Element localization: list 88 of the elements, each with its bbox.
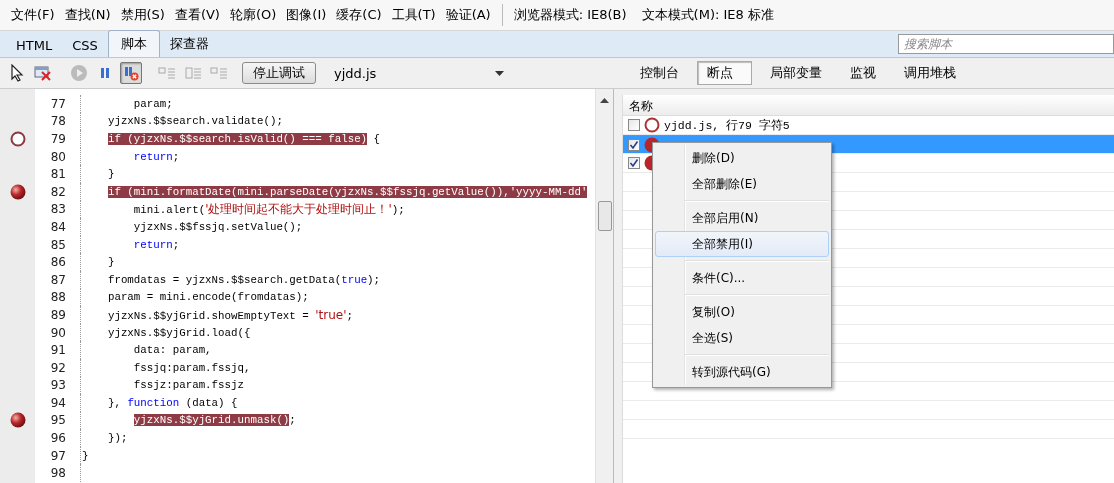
- menu-item[interactable]: 工具(T): [386, 6, 441, 24]
- code-line: fssjz:param.fssjz: [132, 379, 244, 392]
- panel-tab[interactable]: 断点: [697, 61, 752, 85]
- menu-item[interactable]: 禁用(S): [115, 6, 170, 24]
- line-number: 83: [49, 202, 67, 217]
- menu-item[interactable]: 删除(D): [655, 145, 829, 171]
- menu-item[interactable]: 全部启用(N): [655, 205, 829, 231]
- menu-item[interactable]: 文件(F): [6, 6, 60, 24]
- column-header[interactable]: 名称: [623, 95, 1114, 116]
- line-number: 98: [49, 466, 67, 481]
- code-line: yjzxNs.$$search.validate();: [106, 115, 283, 128]
- disabled-breakpoint-icon: [644, 117, 660, 133]
- menu-item[interactable]: 轮廓(O): [224, 6, 282, 24]
- line-number: 94: [49, 395, 67, 410]
- code-line: });: [106, 432, 128, 445]
- select-pointer-icon[interactable]: [10, 64, 24, 82]
- menu-item[interactable]: 全选(S): [655, 325, 829, 351]
- tab[interactable]: 脚本: [107, 30, 160, 57]
- checkbox[interactable]: [628, 119, 640, 131]
- line-number: 80: [49, 149, 67, 164]
- menu-item[interactable]: 验证(A): [440, 6, 496, 24]
- menu-item[interactable]: 浏览器模式: IE8(B): [508, 6, 637, 24]
- line-number: 92: [49, 360, 67, 375]
- menu-item[interactable]: 文本模式(M): IE8 标准: [636, 6, 784, 24]
- panel-tab[interactable]: 调用堆栈: [894, 61, 966, 85]
- search-field[interactable]: 搜索脚本: [898, 34, 1114, 54]
- menu-item[interactable]: 全部删除(E): [655, 171, 829, 197]
- code-line: }: [82, 449, 89, 462]
- menu-item[interactable]: 查找(N): [59, 6, 116, 24]
- line-number: 77: [49, 96, 67, 111]
- panel-tab[interactable]: 监视: [840, 61, 886, 85]
- line-number: 89: [49, 307, 67, 322]
- scroll-up-icon[interactable]: [600, 97, 609, 103]
- menu-item[interactable]: 复制(O): [655, 299, 829, 325]
- code-line: fromdatas = yjzxNs.$$search.getData(true);: [106, 273, 381, 286]
- break-on-error-button[interactable]: [120, 62, 142, 84]
- line-number: 93: [49, 378, 67, 393]
- line-number: 78: [49, 114, 67, 129]
- menu-item[interactable]: 全部禁用(I): [655, 231, 829, 257]
- scrollbar-thumb[interactable]: [597, 201, 612, 231]
- code-line: param = mini.encode(fromdatas);: [106, 291, 309, 304]
- menu-item[interactable]: 查看(V): [169, 6, 225, 24]
- menu-item[interactable]: 条件(C)...: [655, 265, 829, 291]
- breakpoint-icon[interactable]: [9, 183, 26, 200]
- tab[interactable]: HTML: [6, 34, 63, 57]
- menu-item[interactable]: 缓存(C): [331, 6, 387, 24]
- line-number: 81: [49, 167, 67, 182]
- line-number: 79: [49, 132, 67, 146]
- checkbox[interactable]: [628, 138, 640, 151]
- checkbox[interactable]: [628, 157, 640, 169]
- line-number: 82: [49, 184, 67, 199]
- code-line: }: [106, 256, 115, 269]
- menu-item[interactable]: 转到源代码(G): [655, 359, 829, 385]
- panel-tab[interactable]: 控制台: [630, 61, 689, 85]
- line-number: 96: [49, 431, 67, 446]
- code-line: return;: [132, 238, 180, 251]
- code-line: mini.alert('处理时间起不能大于处理时间止！');: [132, 200, 405, 218]
- code-line: }: [106, 168, 115, 181]
- code-line: data: param,: [132, 344, 212, 357]
- code-line: return;: [132, 150, 180, 163]
- line-number: 86: [49, 255, 67, 270]
- menu-item[interactable]: 图像(I): [281, 6, 332, 24]
- code-line: if (yjzxNs.$$search.isValid() === false) {: [106, 133, 381, 145]
- code-line: yjzxNs.$$yjGrid.load({: [106, 326, 251, 339]
- line-number: 90: [49, 325, 67, 340]
- breakpoint-icon[interactable]: [9, 412, 26, 429]
- line-number: 97: [49, 448, 67, 463]
- line-number: 91: [49, 343, 67, 358]
- line-number: 88: [49, 290, 67, 305]
- file-dropdown[interactable]: yjdd.js: [334, 65, 504, 81]
- stop-debugging-button[interactable]: 停止调试: [242, 62, 316, 84]
- line-number: 87: [49, 272, 67, 287]
- line-number: 84: [49, 219, 67, 234]
- code-line: yjzxNs.$$fssjq.setValue();: [132, 220, 303, 233]
- code-line: }, function (data) {: [106, 396, 238, 409]
- clear-breakpoints-icon[interactable]: [34, 65, 52, 81]
- pause-icon[interactable]: [99, 66, 111, 80]
- code-line: param;: [132, 97, 173, 110]
- dropdown-arrow-icon: [495, 70, 504, 76]
- code-line: yjzxNs.$$yjGrid.unmask();: [132, 414, 296, 427]
- tab[interactable]: CSS: [62, 34, 108, 57]
- panel-tab[interactable]: 局部变量: [760, 61, 832, 85]
- line-number: 95: [49, 413, 67, 428]
- code-line: fssjq:param.fssjq,: [132, 361, 251, 374]
- code-line: yjzxNs.$$yjGrid.showEmptyText = 'true';: [106, 307, 353, 322]
- line-number: 85: [49, 237, 67, 252]
- tab[interactable]: 探查器: [159, 31, 219, 57]
- breakpoint-location: yjdd.js, 行79 字符5: [664, 117, 790, 133]
